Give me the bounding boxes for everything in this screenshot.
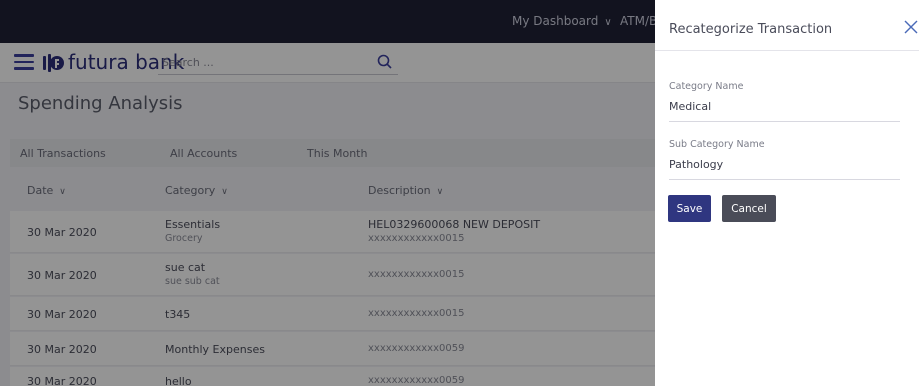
cancel-button[interactable]: Cancel: [722, 195, 776, 222]
subcategory-name-label: Sub Category Name: [669, 139, 765, 150]
recategorize-panel: Recategorize Transaction Category Name M…: [655, 0, 919, 386]
divider: [655, 50, 919, 51]
save-button[interactable]: Save: [668, 195, 711, 222]
category-name-field[interactable]: Medical: [669, 100, 711, 113]
category-field-underline: [669, 121, 900, 122]
subcategory-field-underline: [669, 179, 900, 180]
panel-title: Recategorize Transaction: [669, 22, 833, 37]
close-icon[interactable]: [904, 18, 918, 36]
modal-backdrop[interactable]: [0, 0, 655, 386]
category-name-label: Category Name: [669, 81, 744, 92]
subcategory-name-field[interactable]: Pathology: [669, 158, 723, 171]
